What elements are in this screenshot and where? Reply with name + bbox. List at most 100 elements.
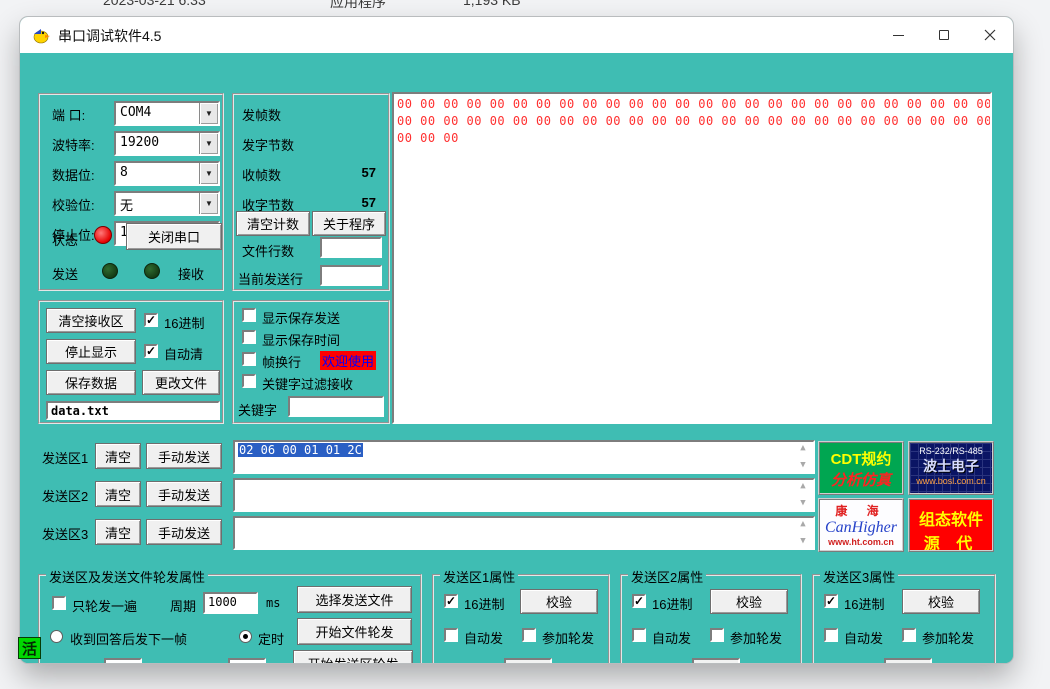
parity-select[interactable]: 无 ▼: [114, 191, 220, 216]
area1-hex-checkbox[interactable]: [444, 594, 458, 608]
autoclear-checkbox[interactable]: [144, 344, 158, 358]
save-data-button[interactable]: 保存数据: [46, 370, 136, 395]
retry-field[interactable]: 1: [228, 658, 266, 663]
keyword-label: 关键字: [238, 400, 277, 419]
autoclear-label: 自动清: [164, 344, 203, 363]
save-file-name-field[interactable]: data.txt: [46, 401, 220, 420]
area3-period-field[interactable]: 1000: [884, 658, 932, 663]
start-area-cycle-button[interactable]: 开始发送区轮发: [293, 650, 413, 663]
chevron-down-icon[interactable]: ▼: [199, 133, 218, 154]
spinner-down-icon[interactable]: ▼: [800, 499, 805, 508]
close-port-button[interactable]: 关闭串口: [126, 223, 222, 250]
close-button[interactable]: [967, 17, 1013, 53]
chevron-down-icon[interactable]: ▼: [199, 163, 218, 184]
period-label: 周期: [170, 596, 196, 615]
area1-verify-button[interactable]: 校验: [520, 589, 598, 614]
send-area-3-send-button[interactable]: 手动发送: [146, 519, 222, 545]
area3-autosend-label: 自动发: [844, 628, 883, 647]
display-options-panel: 显示保存发送 显示保存时间 帧换行 欢迎使用 关键字过滤接收 关键字: [232, 300, 390, 424]
send-area-2-spinner[interactable]: ▲▼: [796, 482, 810, 508]
start-file-cycle-button[interactable]: 开始文件轮发: [297, 618, 412, 645]
select-send-file-button[interactable]: 选择发送文件: [297, 586, 412, 613]
send-area-3-input[interactable]: ▲▼: [233, 516, 815, 550]
show-saved-send-checkbox[interactable]: [242, 308, 256, 322]
send-area-1-clear-button[interactable]: 清空: [95, 443, 141, 469]
spinner-up-icon[interactable]: ▲: [800, 444, 805, 453]
rx-frames-value: 57: [362, 165, 376, 180]
baud-select[interactable]: 19200 ▼: [114, 131, 220, 156]
port-select[interactable]: COM4 ▼: [114, 101, 220, 126]
databits-value: 8: [120, 165, 128, 180]
chevron-down-icon[interactable]: ▼: [199, 103, 218, 124]
period-field[interactable]: 1000: [203, 592, 258, 614]
ad-scada-line1: 组态软件: [910, 506, 992, 530]
receive-line: 00 00 00 00 00 00 00 00 00 00 00 00 00 0…: [397, 96, 987, 113]
ad-bosi-banner[interactable]: RS-232/RS-485 波士电子 www.bosl.com.cn: [908, 441, 994, 495]
ad-bosi-url: www.bosl.com.cn: [910, 476, 992, 486]
send-area-1-input[interactable]: 02 06 00 01 01 2C ▲▼: [233, 440, 815, 474]
current-line-field[interactable]: [320, 265, 382, 286]
area2-join-cycle-checkbox[interactable]: [710, 628, 724, 642]
maximize-icon: [939, 30, 949, 40]
area1-autosend-checkbox[interactable]: [444, 628, 458, 642]
send-area-2-send-button[interactable]: 手动发送: [146, 481, 222, 507]
send-area-1-spinner[interactable]: ▲▼: [796, 444, 810, 470]
spinner-down-icon[interactable]: ▼: [800, 461, 805, 470]
cycle-send-panel: 发送区及发送文件轮发属性 只轮发一遍 周期 1000 ms 选择发送文件 收到回…: [38, 574, 422, 663]
send-on-answer-label: 收到回答后发下一帧: [70, 629, 187, 648]
ad-scada-banner[interactable]: 组态软件 源 代 码: [908, 498, 994, 552]
title-bar[interactable]: 串口调试软件4.5: [20, 17, 1013, 53]
send-led: [102, 263, 118, 279]
send-area-3-props-panel: 发送区3属性 16进制 校验 自动发 参加轮发 发送周期 1000 ms: [812, 574, 996, 663]
receive-data-area[interactable]: 00 00 00 00 00 00 00 00 00 00 00 00 00 0…: [392, 92, 992, 424]
clear-receive-button[interactable]: 清空接收区: [46, 308, 136, 333]
send-area-2-clear-button[interactable]: 清空: [95, 481, 141, 507]
chevron-down-icon[interactable]: ▼: [199, 193, 218, 214]
counter-panel: 发帧数 发字节数 收帧数 57 收字节数 57 清空计数 关于程序 文件行数 当…: [232, 93, 390, 291]
timer-radio[interactable]: [239, 630, 252, 643]
frame-newline-checkbox[interactable]: [242, 352, 256, 366]
file-lines-field[interactable]: [320, 237, 382, 258]
send-area-1-label: 发送区1: [42, 448, 88, 467]
timeout-field[interactable]: 5: [104, 658, 142, 663]
area3-join-cycle-checkbox[interactable]: [902, 628, 916, 642]
ad-cdt-banner[interactable]: CDT规约 分析仿真: [818, 441, 904, 495]
stop-display-button[interactable]: 停止显示: [46, 339, 136, 364]
area2-period-field[interactable]: 1000: [692, 658, 740, 663]
area1-period-field[interactable]: 1000: [504, 658, 552, 663]
area1-join-cycle-checkbox[interactable]: [522, 628, 536, 642]
area2-autosend-checkbox[interactable]: [632, 628, 646, 642]
area3-autosend-checkbox[interactable]: [824, 628, 838, 642]
send-area-3-spinner[interactable]: ▲▼: [796, 520, 810, 546]
ad-canhigher-url: www.ht.com.cn: [820, 537, 902, 547]
area2-hex-checkbox[interactable]: [632, 594, 646, 608]
area3-verify-button[interactable]: 校验: [902, 589, 980, 614]
ime-indicator[interactable]: 活: [18, 637, 41, 659]
send-area-1-send-button[interactable]: 手动发送: [146, 443, 222, 469]
area2-verify-button[interactable]: 校验: [710, 589, 788, 614]
spinner-up-icon[interactable]: ▲: [800, 520, 805, 529]
spinner-down-icon[interactable]: ▼: [800, 537, 805, 546]
send-area-1-value: 02 06 00 01 01 2C: [238, 443, 363, 457]
send-area-2-input[interactable]: ▲▼: [233, 478, 815, 512]
status-led: [94, 226, 112, 244]
send-once-checkbox[interactable]: [52, 596, 66, 610]
clear-count-button[interactable]: 清空计数: [236, 211, 310, 236]
ad-canhigher-banner[interactable]: 康 海 CanHigher www.ht.com.cn: [818, 498, 904, 552]
welcome-badge: 欢迎使用: [320, 351, 376, 370]
keyword-filter-checkbox[interactable]: [242, 374, 256, 388]
spinner-up-icon[interactable]: ▲: [800, 482, 805, 491]
maximize-button[interactable]: [921, 17, 967, 53]
about-button[interactable]: 关于程序: [312, 211, 386, 236]
change-file-button[interactable]: 更改文件: [142, 370, 220, 395]
hex-display-checkbox[interactable]: [144, 313, 158, 327]
databits-select[interactable]: 8 ▼: [114, 161, 220, 186]
area3-hex-checkbox[interactable]: [824, 594, 838, 608]
send-area-3-clear-button[interactable]: 清空: [95, 519, 141, 545]
show-saved-time-checkbox[interactable]: [242, 330, 256, 344]
keyword-field[interactable]: [288, 396, 384, 417]
minimize-button[interactable]: [875, 17, 921, 53]
background-file-info: 2023-03-21 6:33 应用程序 1,193 KB: [0, 0, 1050, 10]
area3-period-label: 发送周期: [820, 662, 872, 663]
send-on-answer-radio[interactable]: [50, 630, 63, 643]
